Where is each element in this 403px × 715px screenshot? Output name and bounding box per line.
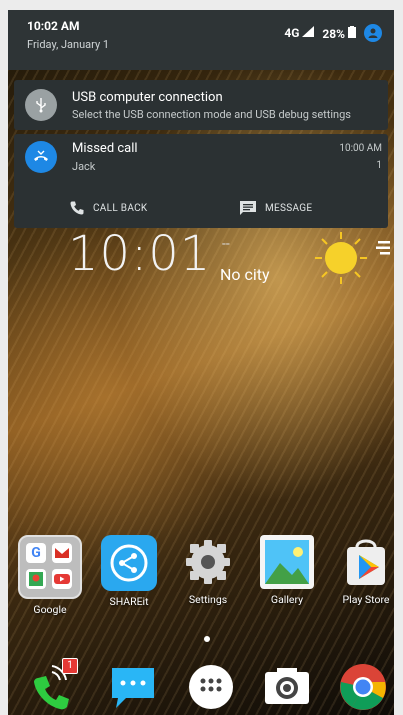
app-label-play-store: Play Store bbox=[342, 593, 390, 606]
home-app-row: G Google SHAREit Settings Gallery Play S… bbox=[8, 535, 394, 616]
missed-call-count: 1 bbox=[376, 160, 382, 171]
app-label-shareit: SHAREit bbox=[109, 595, 149, 608]
dock-messaging[interactable] bbox=[108, 662, 158, 712]
widget-clock[interactable]: 10:01 bbox=[68, 226, 211, 282]
dock: 1 bbox=[8, 658, 394, 715]
app-gallery[interactable]: Gallery bbox=[252, 535, 322, 606]
network-type: 4G bbox=[284, 26, 300, 40]
app-label-gallery: Gallery bbox=[270, 593, 304, 606]
call-back-label: CALL BACK bbox=[93, 202, 148, 214]
missed-call-icon-wrap bbox=[25, 141, 57, 173]
messaging-icon bbox=[112, 668, 154, 708]
usb-notification-title: USB computer connection bbox=[72, 90, 223, 105]
status-date[interactable]: Friday, January 1 bbox=[27, 38, 109, 51]
camera-icon bbox=[265, 668, 309, 704]
dock-phone[interactable]: 1 bbox=[28, 658, 78, 712]
gallery-icon bbox=[260, 535, 314, 589]
notification-shade-header: 10:02 AM Friday, January 1 4G 28% bbox=[8, 10, 394, 70]
battery-indicator: 28% bbox=[322, 25, 356, 41]
sun-icon[interactable] bbox=[313, 230, 369, 290]
app-settings[interactable]: Settings bbox=[173, 535, 243, 606]
battery-icon bbox=[348, 25, 356, 38]
shareit-icon bbox=[101, 535, 157, 591]
missed-call-icon bbox=[34, 150, 48, 161]
signal-icon bbox=[302, 26, 315, 37]
message-label: MESSAGE bbox=[265, 202, 313, 214]
app-shareit[interactable]: SHAREit bbox=[94, 535, 164, 608]
app-google[interactable]: G Google bbox=[15, 535, 85, 616]
usb-notification-text: Select the USB connection mode and USB d… bbox=[72, 108, 351, 121]
app-label-settings: Settings bbox=[188, 593, 228, 606]
phone-icon bbox=[70, 201, 84, 215]
missed-call-caller: Jack bbox=[72, 160, 96, 173]
google-folder-icon: G bbox=[18, 535, 82, 599]
phone-badge: 1 bbox=[62, 658, 78, 674]
avatar-icon bbox=[368, 28, 378, 38]
dock-app-drawer[interactable] bbox=[186, 662, 236, 712]
phone-screen: 10:02 AM Friday, January 1 4G 28% USB co… bbox=[8, 10, 394, 715]
page-indicator-dot bbox=[204, 636, 210, 642]
apps-drawer-icon bbox=[189, 665, 233, 709]
widget-menu-icon[interactable] bbox=[374, 240, 392, 259]
widget-temperature: -- bbox=[222, 236, 230, 252]
widget-location[interactable]: No city bbox=[220, 265, 270, 284]
chrome-icon bbox=[340, 664, 386, 710]
dock-camera[interactable] bbox=[262, 662, 312, 712]
status-time: 10:02 AM bbox=[27, 19, 80, 33]
usb-notification[interactable]: USB computer connection Select the USB c… bbox=[14, 80, 388, 130]
missed-call-notification[interactable]: Missed call Jack 10:00 AM 1 CALL BACK ME… bbox=[14, 134, 388, 228]
usb-icon bbox=[36, 98, 46, 113]
app-label-google: Google bbox=[33, 603, 67, 616]
message-button[interactable]: MESSAGE bbox=[239, 200, 312, 216]
network-indicator: 4G bbox=[284, 26, 315, 40]
avatar[interactable] bbox=[364, 24, 382, 42]
play-store-icon bbox=[339, 535, 393, 589]
call-back-button[interactable]: CALL BACK bbox=[69, 200, 147, 216]
battery-level: 28% bbox=[322, 26, 346, 41]
missed-call-time: 10:00 AM bbox=[339, 143, 382, 154]
missed-call-title: Missed call bbox=[72, 141, 138, 156]
status-icons: 4G 28% bbox=[284, 24, 382, 42]
message-icon bbox=[240, 201, 256, 215]
app-play-store[interactable]: Play Store bbox=[331, 535, 394, 606]
settings-gear-icon bbox=[181, 535, 235, 589]
usb-icon-wrap bbox=[25, 89, 57, 121]
dock-chrome[interactable] bbox=[338, 662, 388, 712]
